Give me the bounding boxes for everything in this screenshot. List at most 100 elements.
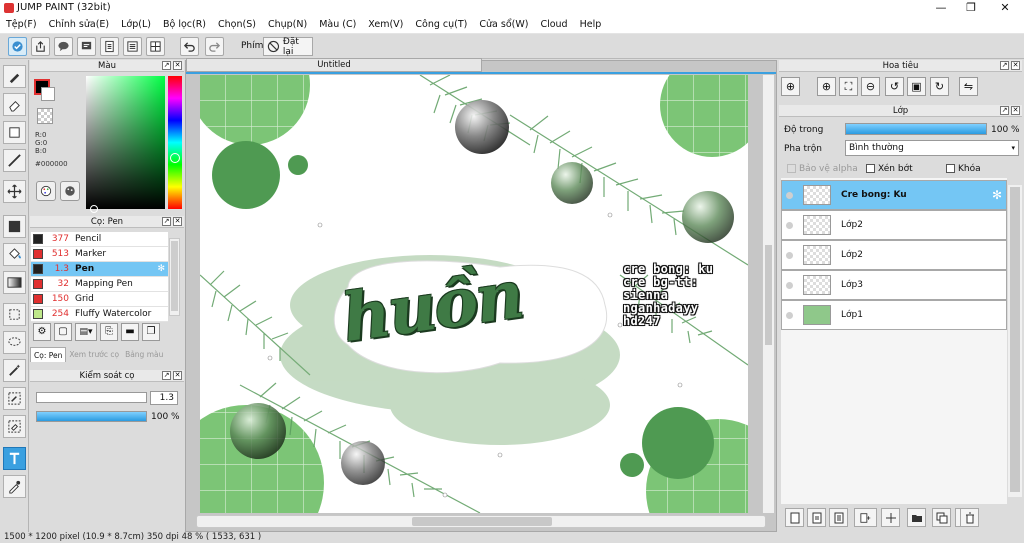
panel-float-icon[interactable]: ↗	[162, 371, 171, 380]
copy-brush-button[interactable]: ⎘	[100, 323, 118, 341]
brush-folder-button[interactable]: ▬	[121, 323, 139, 341]
menu-edit[interactable]: Chỉnh sửa(E)	[43, 19, 116, 30]
brush-settings-button[interactable]: ⚙	[33, 323, 51, 341]
fit-screen-button[interactable]: ⛶	[839, 77, 858, 96]
message-button[interactable]	[77, 37, 96, 56]
brush-item[interactable]: 254 Fluffy Watercolor	[31, 307, 168, 322]
hue-slider-handle[interactable]	[170, 153, 180, 163]
layer-opacity-slider[interactable]	[845, 123, 987, 135]
menu-window[interactable]: Cửa sổ(W)	[473, 19, 534, 30]
brush-item[interactable]: 513 Marker	[31, 247, 168, 262]
lock-checkbox[interactable]: Khóa	[946, 164, 981, 174]
new-tone-button[interactable]	[829, 508, 848, 527]
visibility-icon[interactable]	[786, 281, 793, 289]
move-layer-button[interactable]	[881, 508, 900, 527]
brush-size-input[interactable]: 1.3	[150, 391, 178, 405]
layer-row-selected[interactable]: Cre bong: Ku ✻	[781, 180, 1007, 210]
rotate-left-button[interactable]: ↺	[885, 77, 904, 96]
list-button[interactable]	[123, 37, 142, 56]
brush-size-slider[interactable]	[36, 392, 147, 403]
line-tool[interactable]	[3, 149, 26, 172]
brush-item[interactable]: 32 Mapping Pen	[31, 277, 168, 292]
canvas-horizontal-scrollbar[interactable]	[196, 515, 766, 528]
magic-wand-tool[interactable]	[3, 359, 26, 382]
rect-select-tool[interactable]	[3, 121, 26, 144]
brush-menu-button[interactable]: ▤▾	[75, 323, 97, 341]
menu-select[interactable]: Chọn(S)	[212, 19, 262, 30]
visibility-icon[interactable]	[786, 311, 793, 319]
share-button[interactable]	[31, 37, 50, 56]
gear-icon[interactable]: ✻	[992, 188, 1002, 202]
saturation-value-picker[interactable]	[86, 76, 165, 209]
gradient-tool[interactable]	[3, 271, 26, 294]
eraser-tool[interactable]	[3, 93, 26, 116]
lasso-tool[interactable]	[3, 331, 26, 354]
zoom-plus-button[interactable]: ⊕	[817, 77, 836, 96]
redo-button[interactable]	[205, 37, 224, 56]
layer-row[interactable]: Lớp3	[781, 270, 1007, 300]
tab-swatches[interactable]: Bảng màu	[122, 347, 166, 362]
marquee-tool[interactable]	[3, 303, 26, 326]
rotate-right-button[interactable]: ↻	[930, 77, 949, 96]
zoom-out-button[interactable]: ⊖	[861, 77, 880, 96]
duplicate-brush-button[interactable]: ❐	[142, 323, 160, 341]
panel-float-icon[interactable]: ↗	[1000, 61, 1009, 70]
fit-width-button[interactable]: ▣	[907, 77, 926, 96]
panel-float-icon[interactable]: ↗	[162, 217, 171, 226]
duplicate-layer-button[interactable]	[932, 508, 951, 527]
select-eraser-tool[interactable]	[3, 415, 26, 438]
eyedropper-tool[interactable]	[3, 475, 26, 498]
panel-close-icon[interactable]: ✕	[173, 61, 182, 70]
check-tool-button[interactable]	[8, 37, 27, 56]
comment-button[interactable]	[54, 37, 73, 56]
layer-folder-button[interactable]	[907, 508, 926, 527]
menu-tools[interactable]: Công cụ(T)	[409, 19, 473, 30]
document-button[interactable]	[100, 37, 119, 56]
panel-float-icon[interactable]: ↗	[1000, 106, 1009, 115]
layer-row[interactable]: Lớp2	[781, 210, 1007, 240]
clipping-checkbox[interactable]: Xén bớt	[866, 164, 913, 174]
brush-opacity-slider[interactable]	[36, 411, 147, 422]
brush-item[interactable]: 377 Pencil	[31, 232, 168, 247]
fill-shape-tool[interactable]	[3, 215, 26, 238]
layer-list-scrollbar[interactable]	[1008, 185, 1022, 497]
panel-close-icon[interactable]: ✕	[1011, 106, 1020, 115]
minimize-button[interactable]: —	[926, 0, 956, 16]
text-tool[interactable]	[3, 447, 26, 470]
grid-settings-button[interactable]	[146, 37, 165, 56]
zoom-in-button[interactable]: ⊕	[781, 77, 800, 96]
delete-layer-button[interactable]	[960, 508, 979, 527]
canvas[interactable]: huồn cre bong: ku cre bg-tt: sienna ngan…	[200, 75, 748, 513]
gear-icon[interactable]: ✻	[157, 264, 165, 274]
panel-close-icon[interactable]: ✕	[173, 217, 182, 226]
panel-float-icon[interactable]: ↗	[162, 61, 171, 70]
visibility-icon[interactable]	[786, 191, 793, 199]
menu-filter[interactable]: Bộ lọc(R)	[157, 19, 212, 30]
document-tab[interactable]: Untitled	[186, 58, 482, 72]
layer-row[interactable]: Lớp1	[781, 300, 1007, 330]
brush-list-scrollbar[interactable]	[169, 238, 180, 316]
close-button[interactable]: ✕	[990, 0, 1020, 16]
canvas-vertical-scrollbar[interactable]	[762, 75, 774, 513]
visibility-icon[interactable]	[786, 221, 793, 229]
select-pen-tool[interactable]	[3, 387, 26, 410]
background-color-swatch[interactable]	[41, 87, 55, 101]
reset-button[interactable]: Đặt lại	[263, 37, 313, 57]
menu-help[interactable]: Help	[574, 19, 608, 30]
brush-item-selected[interactable]: 1.3 Pen ✻	[31, 262, 168, 277]
menu-file[interactable]: Tệp(F)	[0, 19, 43, 30]
color-picker-button[interactable]	[36, 181, 56, 201]
new-raster-button[interactable]	[807, 508, 826, 527]
undo-button[interactable]	[180, 37, 199, 56]
tab-brush[interactable]: Cọ: Pen	[30, 347, 67, 362]
menu-capture[interactable]: Chụp(N)	[262, 19, 313, 30]
maximize-button[interactable]: ❐	[956, 0, 986, 16]
blend-mode-select[interactable]: Bình thường ▾	[845, 140, 1019, 156]
flip-button[interactable]: ⇋	[959, 77, 978, 96]
move-tool[interactable]	[3, 180, 26, 203]
menu-layer[interactable]: Lớp(L)	[115, 19, 157, 30]
sv-picker-handle[interactable]	[90, 205, 98, 213]
panel-close-icon[interactable]: ✕	[173, 371, 182, 380]
menu-color[interactable]: Màu (C)	[313, 19, 362, 30]
transparent-color-swatch[interactable]	[37, 108, 53, 124]
